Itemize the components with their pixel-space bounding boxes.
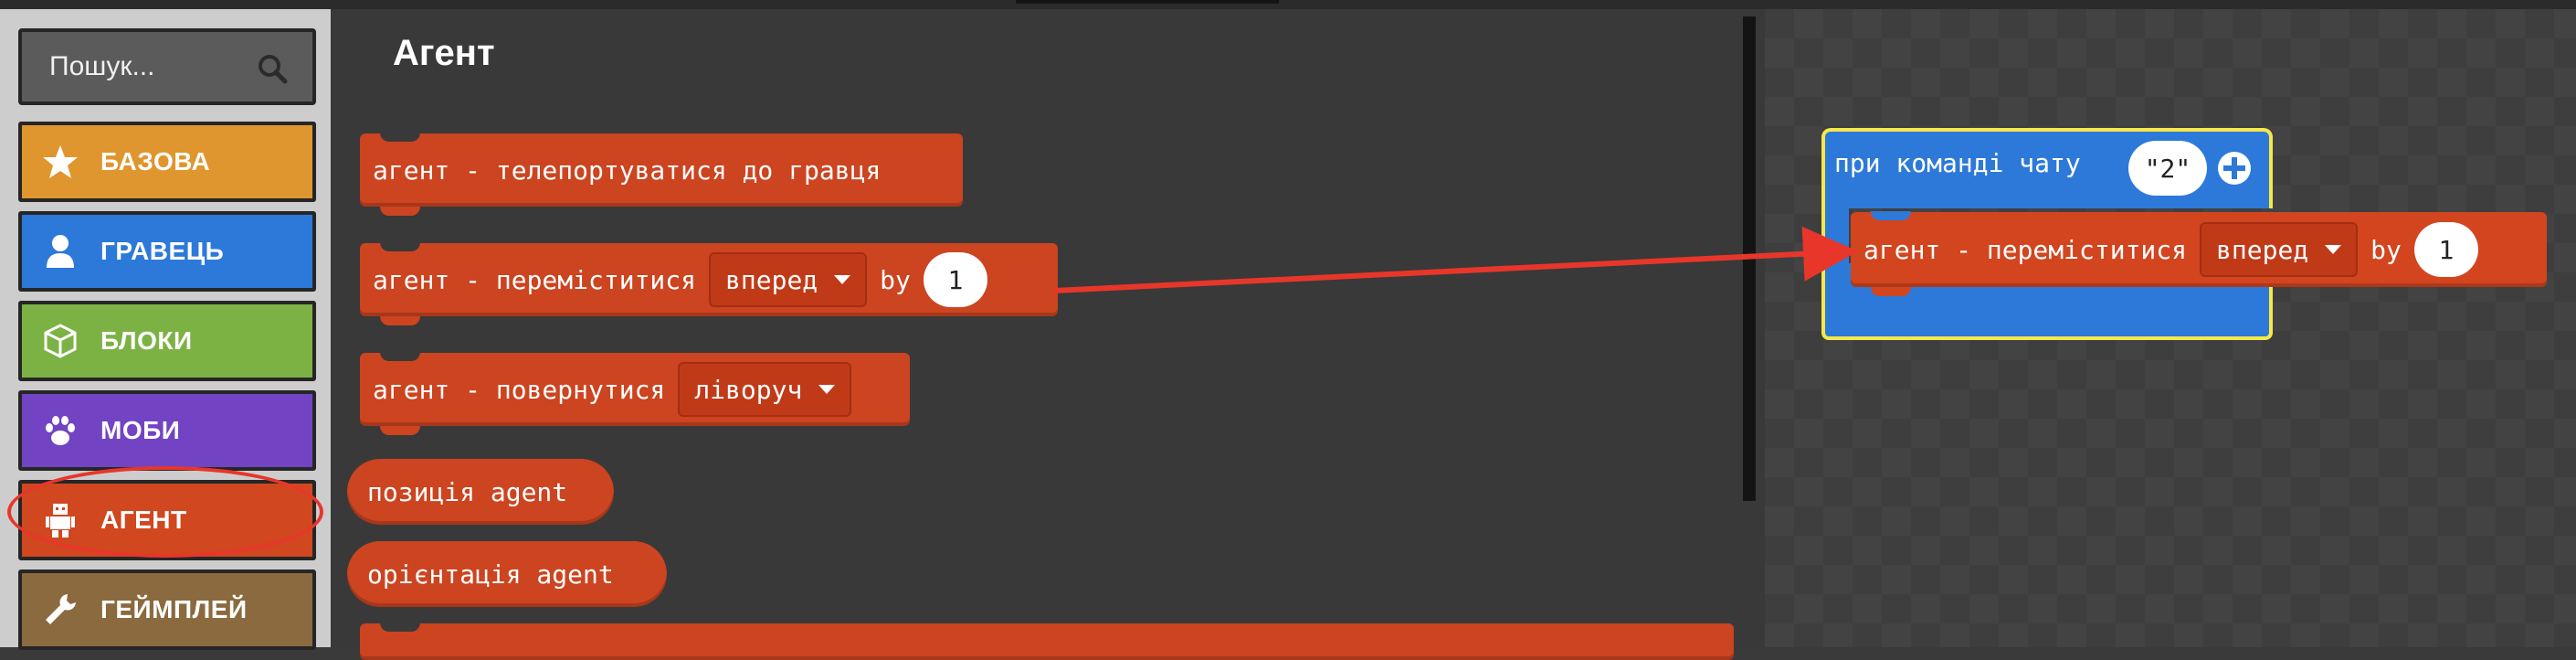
amount-input[interactable]: 1 [923, 252, 987, 307]
dropdown-value: ліворуч [694, 374, 803, 405]
category-label: МОБИ [100, 416, 181, 444]
direction-dropdown[interactable]: вперед [709, 252, 868, 307]
category-label: БЛОКИ [100, 326, 193, 355]
category-gameplay[interactable]: ГЕЙМПЛЕЙ [18, 570, 316, 650]
category-blocks[interactable]: БЛОКИ [18, 301, 316, 381]
block-text: агент - переміститися [1863, 234, 2188, 265]
turn-dropdown[interactable]: ліворуч [678, 362, 852, 417]
category-mobs[interactable]: МОБИ [18, 390, 316, 471]
block-notch [380, 352, 420, 361]
event-label: при команді чату [1834, 148, 2081, 178]
category-label: ГЕЙМПЛЕЙ [100, 595, 248, 623]
search-box[interactable] [18, 28, 316, 105]
category-basic[interactable]: БАЗОВА [18, 122, 316, 202]
by-label: by [2370, 234, 2402, 265]
block-text: орієнтація agent [367, 559, 614, 590]
dropdown-value: вперед [2216, 234, 2309, 265]
flyout-title: Агент [393, 33, 495, 73]
chevron-down-icon [2325, 245, 2342, 254]
block-text: агент - переміститися [373, 264, 697, 295]
block-agent-turn[interactable]: агент - повернутися ліворуч [360, 352, 910, 435]
block-agent-orientation[interactable]: орієнтація agent [347, 541, 667, 607]
block-text: позиція agent [367, 476, 568, 507]
category-label: ГРАВЕЦЬ [100, 237, 225, 265]
star-icon [43, 145, 78, 178]
block-agent-teleport[interactable]: агент - телепортуватися до гравця [360, 133, 963, 216]
block-notch [380, 316, 420, 325]
amount-input[interactable]: 1 [2413, 222, 2478, 277]
event-spine [1821, 205, 1849, 263]
block-agent-move[interactable]: агент - переміститися вперед by 1 [360, 242, 1058, 325]
by-label: by [880, 264, 911, 295]
category-player[interactable]: ГРАВЕЦЬ [18, 211, 316, 292]
block-notch [380, 207, 420, 216]
chat-command-input[interactable]: "2" [2128, 141, 2207, 196]
flyout-scrollbar[interactable] [1743, 16, 1756, 501]
block-notch [1871, 287, 1911, 296]
block-notch [1871, 211, 1911, 220]
search-icon[interactable] [256, 52, 289, 85]
cube-icon [44, 324, 77, 358]
direction-dropdown[interactable]: вперед [2200, 222, 2359, 277]
block-agent-position[interactable]: позиція agent [347, 459, 614, 525]
block-notch [380, 242, 420, 251]
chevron-down-icon [818, 385, 836, 394]
top-tab-indicator [1016, 0, 1279, 4]
category-label: БАЗОВА [100, 147, 211, 176]
block-text: агент - повернутися [373, 374, 666, 405]
plus-icon[interactable] [2216, 150, 2253, 186]
top-bar [0, 0, 2576, 9]
block-text: агент - телепортуватися до гравця [373, 154, 882, 186]
agent-highlight-ring [7, 466, 323, 558]
dropdown-value: вперед [725, 264, 818, 295]
block-agent-move-workspace[interactable]: агент - переміститися вперед by 1 [1851, 211, 2547, 296]
block-notch [380, 133, 420, 142]
chevron-down-icon [834, 275, 851, 284]
block-notch [380, 426, 420, 435]
block-agent-partial[interactable] [360, 623, 1734, 660]
paw-icon [46, 416, 75, 445]
person-icon [47, 235, 74, 268]
block-notch [380, 623, 420, 632]
wrench-icon [46, 594, 76, 624]
